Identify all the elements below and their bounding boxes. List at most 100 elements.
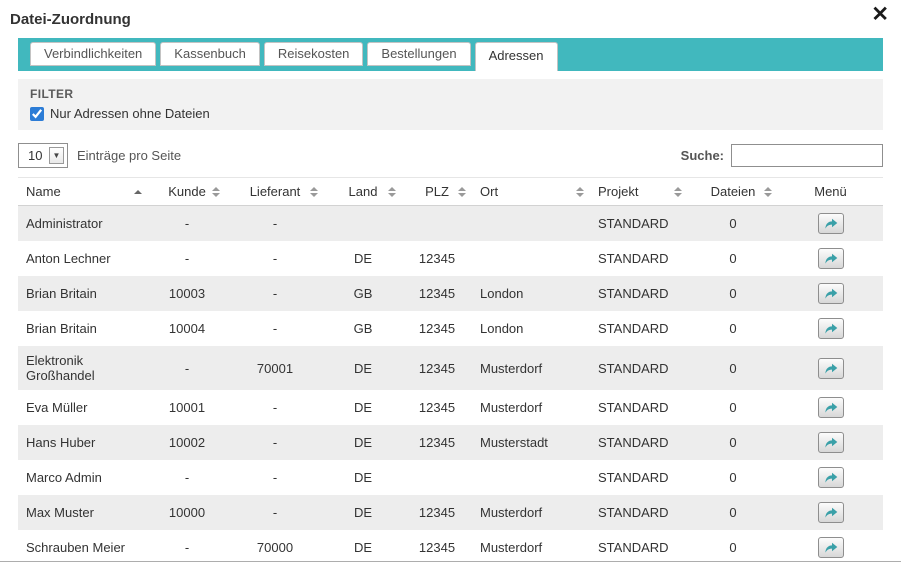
cell-name: Hans Huber [18, 425, 148, 460]
filter-checkbox-label: Nur Adressen ohne Dateien [50, 106, 210, 121]
tab-kassenbuch[interactable]: Kassenbuch [160, 42, 260, 66]
chevron-down-icon[interactable]: ▼ [49, 147, 64, 164]
cell-lieferant: - [226, 390, 324, 425]
row-menu-button[interactable] [818, 318, 844, 339]
cell-lieferant: - [226, 460, 324, 495]
table-row: Max Muster10000-DE12345MusterdorfSTANDAR… [18, 495, 883, 530]
filter-title: FILTER [30, 87, 871, 101]
cell-land: DE [324, 241, 402, 276]
row-menu-button[interactable] [818, 248, 844, 269]
cell-projekt: STANDARD [590, 311, 688, 346]
row-menu-button[interactable] [818, 537, 844, 558]
tab-adressen[interactable]: Adressen [475, 42, 558, 71]
column-label: Lieferant [250, 184, 301, 199]
cell-plz: 12345 [402, 390, 472, 425]
column-header-land[interactable]: Land [324, 178, 402, 206]
cell-kunde: - [148, 206, 226, 242]
table-row: Anton Lechner--DE12345STANDARD0 [18, 241, 883, 276]
cell-land: DE [324, 390, 402, 425]
table-row: Schrauben Meier-70000DE12345MusterdorfST… [18, 530, 883, 562]
cell-kunde: - [148, 460, 226, 495]
cell-name: Eva Müller [18, 390, 148, 425]
cell-menu [778, 276, 883, 311]
column-label: Name [26, 184, 61, 199]
cell-ort [472, 460, 590, 495]
table-row: Brian Britain10003-GB12345LondonSTANDARD… [18, 276, 883, 311]
row-menu-button[interactable] [818, 397, 844, 418]
cell-menu [778, 495, 883, 530]
table-row: Brian Britain10004-GB12345LondonSTANDARD… [18, 311, 883, 346]
column-header-lieferant[interactable]: Lieferant [226, 178, 324, 206]
sort-both-icon [764, 187, 772, 197]
tab-verbindlichkeiten[interactable]: Verbindlichkeiten [30, 42, 156, 66]
cell-dateien: 0 [688, 241, 778, 276]
cell-kunde: 10002 [148, 425, 226, 460]
cell-land: DE [324, 495, 402, 530]
cell-ort: Musterdorf [472, 530, 590, 562]
row-menu-button[interactable] [818, 432, 844, 453]
row-menu-button[interactable] [818, 467, 844, 488]
cell-menu [778, 346, 883, 390]
cell-dateien: 0 [688, 276, 778, 311]
column-label: Dateien [711, 184, 756, 199]
table-header-row: Name Kunde Lieferant LandPLZ Ort Projekt Datei… [18, 178, 883, 206]
column-header-dateien[interactable]: Dateien [688, 178, 778, 206]
only-without-files-checkbox[interactable] [30, 107, 44, 121]
cell-name: Anton Lechner [18, 241, 148, 276]
column-header-ort[interactable]: Ort [472, 178, 590, 206]
cell-name: Schrauben Meier [18, 530, 148, 562]
cell-projekt: STANDARD [590, 495, 688, 530]
row-menu-button[interactable] [818, 283, 844, 304]
cell-projekt: STANDARD [590, 346, 688, 390]
column-header-kunde[interactable]: Kunde [148, 178, 226, 206]
dialog-title: Datei-Zuordnung [10, 11, 131, 28]
cell-plz: 12345 [402, 530, 472, 562]
cell-lieferant: - [226, 206, 324, 242]
cell-name: Marco Admin [18, 460, 148, 495]
cell-menu [778, 311, 883, 346]
column-header-name[interactable]: Name [18, 178, 148, 206]
column-label: Ort [480, 184, 498, 199]
page-size-select[interactable]: 10 ▼ [18, 143, 68, 168]
cell-projekt: STANDARD [590, 206, 688, 242]
curved-arrow-icon [824, 402, 838, 413]
cell-land: DE [324, 425, 402, 460]
cell-dateien: 0 [688, 495, 778, 530]
sort-both-icon [212, 187, 220, 197]
cell-name: Administrator [18, 206, 148, 242]
cell-menu [778, 206, 883, 242]
table-row: Hans Huber10002-DE12345MusterstadtSTANDA… [18, 425, 883, 460]
cell-plz: 12345 [402, 311, 472, 346]
curved-arrow-icon [824, 363, 838, 374]
table-row: Administrator--STANDARD0 [18, 206, 883, 242]
close-icon[interactable]: ✕ [871, 4, 889, 25]
cell-land: DE [324, 346, 402, 390]
cell-kunde: 10001 [148, 390, 226, 425]
column-label: Projekt [598, 184, 638, 199]
filter-checkbox-row[interactable]: Nur Adressen ohne Dateien [30, 106, 871, 121]
row-menu-button[interactable] [818, 502, 844, 523]
adressen-table: Name Kunde Lieferant LandPLZ Ort Projekt Datei… [18, 177, 883, 562]
column-header-plz[interactable]: PLZ [402, 178, 472, 206]
cell-ort [472, 241, 590, 276]
cell-kunde: 10004 [148, 311, 226, 346]
search-label: Suche: [681, 148, 724, 163]
column-header-projekt[interactable]: Projekt [590, 178, 688, 206]
search-input[interactable] [731, 144, 883, 167]
curved-arrow-icon [824, 218, 838, 229]
row-menu-button[interactable] [818, 358, 844, 379]
tab-reisekosten[interactable]: Reisekosten [264, 42, 364, 66]
cell-menu [778, 390, 883, 425]
cell-plz: 12345 [402, 241, 472, 276]
cell-projekt: STANDARD [590, 241, 688, 276]
cell-dateien: 0 [688, 206, 778, 242]
curved-arrow-icon [824, 288, 838, 299]
cell-kunde: 10000 [148, 495, 226, 530]
cell-ort: Musterdorf [472, 495, 590, 530]
row-menu-button[interactable] [818, 213, 844, 234]
tab-bestellungen[interactable]: Bestellungen [367, 42, 470, 66]
sort-both-icon [310, 187, 318, 197]
cell-dateien: 0 [688, 390, 778, 425]
cell-dateien: 0 [688, 460, 778, 495]
cell-lieferant: - [226, 495, 324, 530]
